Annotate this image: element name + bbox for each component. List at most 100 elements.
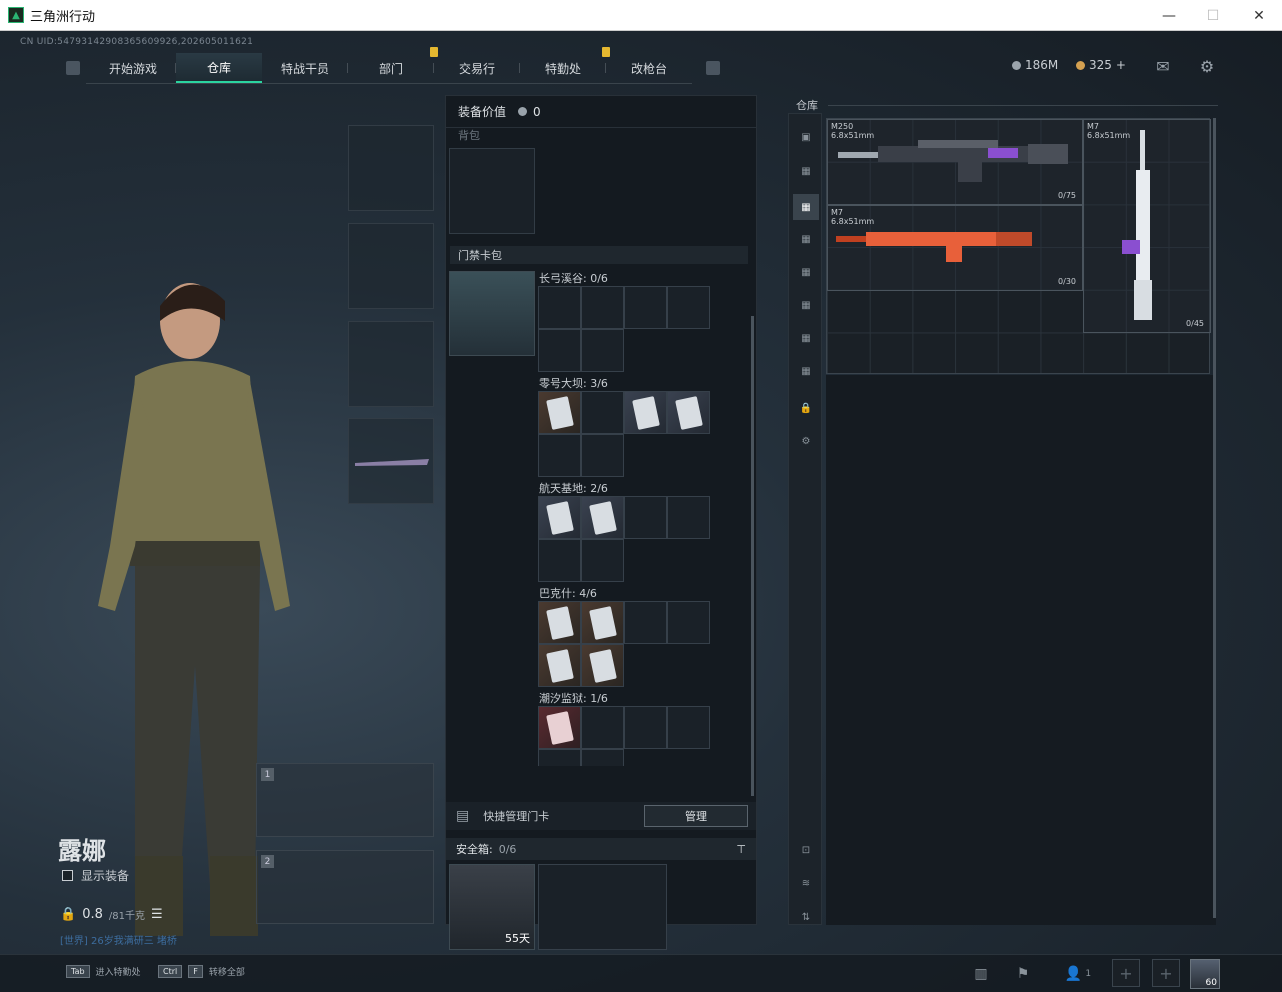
tab-label: 开始游戏 xyxy=(108,61,157,76)
helmet-slot[interactable] xyxy=(348,125,434,211)
card-slot[interactable] xyxy=(581,539,624,582)
safe-box-item[interactable]: 55天 xyxy=(449,864,535,950)
card-slot[interactable] xyxy=(581,391,624,434)
keycard-item[interactable] xyxy=(624,391,667,434)
lock-icon[interactable]: 🔒 xyxy=(793,395,819,421)
card-slot[interactable] xyxy=(581,329,624,372)
tab-gunsmith[interactable]: 改枪台 xyxy=(606,53,692,83)
secondary-weapon-slot[interactable]: 2 xyxy=(256,850,434,924)
scrollbar[interactable] xyxy=(751,316,754,796)
avatar[interactable]: 60 xyxy=(1190,959,1220,989)
checkbox[interactable] xyxy=(62,870,73,881)
pistol-slot[interactable] xyxy=(348,321,434,407)
card-slot[interactable] xyxy=(538,329,581,372)
warehouse-tab-1-icon[interactable]: ▦ xyxy=(793,158,819,184)
character-model xyxy=(98,283,290,936)
warehouse-tab-3-icon[interactable]: ▦ xyxy=(793,226,819,252)
map-label: 零号大坝: 3/6 xyxy=(539,377,608,390)
keycard-item[interactable] xyxy=(538,644,581,687)
map-label: 巴克什: 4/6 xyxy=(539,587,597,600)
hint-enter-special-ops[interactable]: Tab 进入特勤处 xyxy=(66,965,141,978)
stats-chart-icon[interactable]: ▥ xyxy=(968,961,994,987)
weapon-item-m7-orange[interactable]: M7 6.8x51mm 0/30 xyxy=(827,205,1083,291)
nav-right-key-icon[interactable] xyxy=(706,61,720,75)
keycard-header: 门禁卡包 xyxy=(450,246,748,264)
melee-slot[interactable] xyxy=(348,418,434,504)
settings-gear-icon[interactable]: ⚙ xyxy=(1196,55,1218,77)
card-slot[interactable] xyxy=(581,434,624,477)
world-chat-message[interactable]: [世界] 26岁我满研三 堵桥 xyxy=(60,932,177,947)
hint-transfer-all[interactable]: Ctrl F 转移全部 xyxy=(158,965,245,978)
warehouse-tab-5-icon[interactable]: ▦ xyxy=(793,292,819,318)
warehouse-grid: M250 6.8x51mm 0/75 M7 6.8x51mm 0/30 M7 6.8x… xyxy=(826,118,1211,374)
mail-icon[interactable]: ✉ xyxy=(1152,55,1174,77)
layers-icon[interactable]: ≋ xyxy=(793,870,819,896)
close-button[interactable]: ✕ xyxy=(1236,0,1282,31)
window-title: 三角洲行动 xyxy=(30,9,96,25)
weapon-item-m250[interactable]: M250 6.8x51mm 0/75 xyxy=(827,119,1083,205)
warehouse-tab-weapons-icon[interactable]: ▦ xyxy=(793,194,819,220)
card-slot[interactable] xyxy=(624,286,667,329)
card-slot[interactable] xyxy=(538,749,581,766)
keycard-item[interactable] xyxy=(538,496,581,539)
m7-vertical-weapon-icon xyxy=(1122,130,1152,320)
manage-button[interactable]: 管理 xyxy=(644,805,748,827)
card-slot[interactable] xyxy=(538,286,581,329)
coin-display[interactable]: 325 + xyxy=(1076,58,1126,72)
card-slot[interactable] xyxy=(624,496,667,539)
filter-icon[interactable]: ⊡ xyxy=(793,837,819,863)
card-slot[interactable] xyxy=(667,706,710,749)
card-slot[interactable] xyxy=(624,706,667,749)
maximize-button[interactable]: ☐ xyxy=(1190,0,1236,31)
list-icon[interactable]: ☰ xyxy=(151,907,163,922)
keycard-item[interactable] xyxy=(538,706,581,749)
tab-trading[interactable]: 交易行 xyxy=(434,53,520,83)
card-slot[interactable] xyxy=(667,601,710,644)
armor-slot[interactable] xyxy=(348,223,434,309)
show-equipment-toggle[interactable]: 显示装备 xyxy=(62,867,129,884)
backpack-slot[interactable] xyxy=(449,148,535,234)
add-coin-button[interactable]: + xyxy=(1116,58,1126,72)
keycard-item[interactable] xyxy=(581,601,624,644)
warehouse-tab-4-icon[interactable]: ▦ xyxy=(793,259,819,285)
warehouse-tab-6-icon[interactable]: ▦ xyxy=(793,325,819,351)
tab-warehouse[interactable]: 仓库 xyxy=(176,53,262,83)
card-slot[interactable] xyxy=(538,434,581,477)
warehouse-tab-7-icon[interactable]: ▦ xyxy=(793,358,819,384)
card-slot[interactable] xyxy=(581,286,624,329)
invite-slot-plus[interactable]: + xyxy=(1112,959,1140,987)
card-slot[interactable] xyxy=(581,749,624,766)
friends-icon[interactable]: 👤 1 xyxy=(1058,961,1098,987)
warehouse-tab-all-icon[interactable]: ▣ xyxy=(793,124,819,150)
card-slot[interactable] xyxy=(667,286,710,329)
primary-weapon-slot[interactable]: 1 xyxy=(256,763,434,837)
card-slot[interactable] xyxy=(624,601,667,644)
keycard-item[interactable] xyxy=(581,644,624,687)
minimize-button[interactable]: — xyxy=(1146,0,1192,31)
sort-icon[interactable]: ⇅ xyxy=(793,904,819,930)
keycard-icon xyxy=(546,501,574,535)
settings-gear-icon[interactable]: ⚙ xyxy=(793,428,819,454)
keycard-grid-spacecity xyxy=(538,496,710,582)
weapon-item-m7-white[interactable]: M7 6.8x51mm 0/45 xyxy=(1083,119,1211,333)
tab-special-ops[interactable]: 特勤处 xyxy=(520,47,610,83)
tab-operators[interactable]: 特战干员 xyxy=(262,53,348,83)
pin-icon[interactable]: ⊤ xyxy=(736,843,746,856)
keycard-item[interactable] xyxy=(581,496,624,539)
flag-icon[interactable]: ⚑ xyxy=(1010,961,1036,987)
nav-left-key-icon[interactable] xyxy=(66,61,80,75)
warehouse-scrollbar[interactable] xyxy=(1213,118,1216,918)
keycard-item[interactable] xyxy=(538,601,581,644)
keycard-item[interactable] xyxy=(667,391,710,434)
safe-box-grid[interactable] xyxy=(538,864,667,950)
tab-department[interactable]: 部门 xyxy=(348,47,438,83)
keycard-case[interactable] xyxy=(449,271,535,356)
tab-label: 改枪台 xyxy=(630,61,667,76)
card-slot[interactable] xyxy=(538,539,581,582)
card-slot[interactable] xyxy=(581,706,624,749)
card-slot[interactable] xyxy=(667,496,710,539)
tab-start-game[interactable]: 开始游戏 xyxy=(90,53,176,83)
keycard-item[interactable] xyxy=(538,391,581,434)
money-icon xyxy=(518,107,528,116)
invite-slot-plus[interactable]: + xyxy=(1152,959,1180,987)
